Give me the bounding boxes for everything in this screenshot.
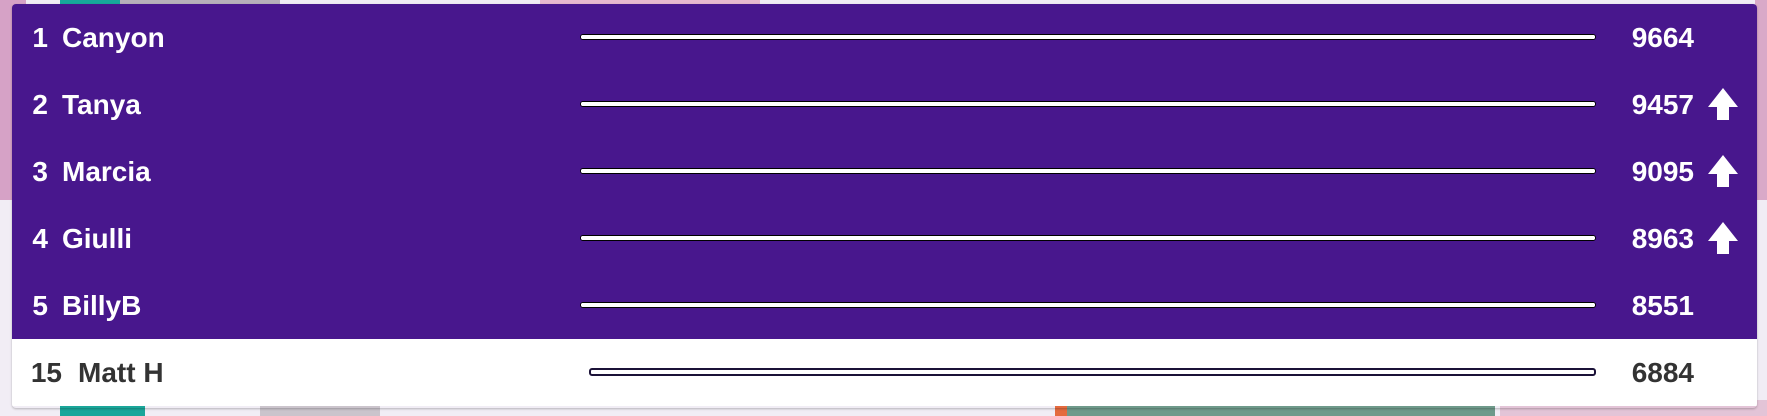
score-progress-fill xyxy=(581,236,1595,240)
leaderboard-row: 1 Canyon 9664 xyxy=(12,4,1757,71)
rank-number: 2 xyxy=(32,89,48,120)
up-arrow-icon xyxy=(1707,87,1739,121)
rank-number: 1 xyxy=(32,22,48,53)
rank-number: 5 xyxy=(32,290,48,321)
player-name: Matt H xyxy=(78,357,164,388)
score-progress-bar xyxy=(589,368,1596,376)
leaderboard-row: 5 BillyB 8551 xyxy=(12,272,1757,339)
rank-number: 4 xyxy=(32,223,48,254)
leaderboard-row: 4 Giulli 8963 xyxy=(12,205,1757,272)
score-progress-bar xyxy=(580,235,1596,241)
player-name: Canyon xyxy=(62,22,165,53)
player-score: 9095 xyxy=(1631,156,1694,187)
score-progress-bar xyxy=(580,101,1596,107)
rank-number: 3 xyxy=(32,156,48,187)
score-progress-fill xyxy=(581,303,1595,307)
player-name: BillyB xyxy=(62,290,142,321)
current-user-row: 15 Matt H 6884 xyxy=(12,339,1757,406)
player-name: Giulli xyxy=(62,223,132,254)
score-progress-fill xyxy=(581,102,1595,106)
player-name: Marcia xyxy=(62,156,151,187)
score-progress-fill xyxy=(581,169,1595,173)
leaderboard-row: 3 Marcia 9095 xyxy=(12,138,1757,205)
score-progress-bar xyxy=(580,302,1596,308)
rank-number: 15 xyxy=(30,357,62,388)
player-name: Tanya xyxy=(62,89,141,120)
player-score: 9457 xyxy=(1631,89,1694,120)
player-score: 6884 xyxy=(1631,357,1694,388)
player-score: 8963 xyxy=(1631,223,1694,254)
score-progress-fill xyxy=(581,35,1595,39)
up-arrow-icon xyxy=(1707,154,1739,188)
leaderboard-panel: 1 Canyon 9664 2 Tanya 9457 3 Marcia 9095 xyxy=(12,4,1757,408)
up-arrow-icon xyxy=(1707,221,1739,255)
score-progress-bar xyxy=(580,34,1596,40)
player-score: 8551 xyxy=(1631,290,1694,321)
score-progress-bar xyxy=(580,168,1596,174)
player-score: 9664 xyxy=(1631,22,1694,53)
leaderboard-row: 2 Tanya 9457 xyxy=(12,71,1757,138)
score-progress-fill xyxy=(591,370,1594,374)
